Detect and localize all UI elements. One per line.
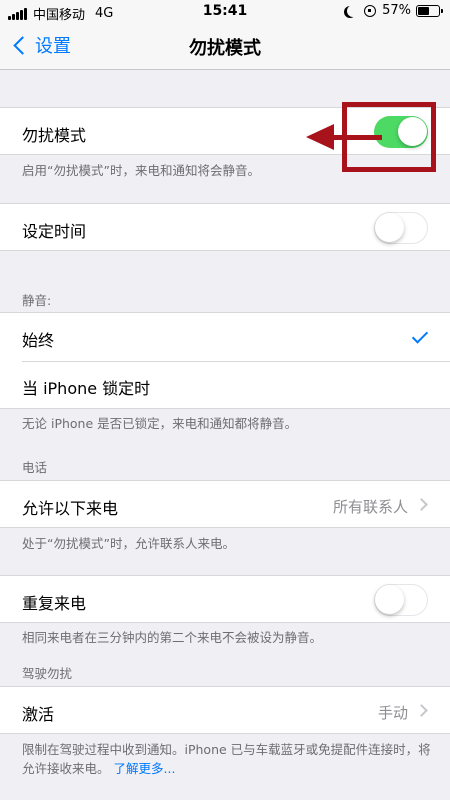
annotation-arrow-head bbox=[306, 124, 334, 150]
silence-header: 静音: bbox=[22, 293, 52, 308]
status-right: 57% bbox=[344, 3, 443, 18]
checkmark-icon bbox=[411, 327, 429, 344]
battery-fill bbox=[418, 6, 430, 15]
moon-icon bbox=[347, 5, 359, 17]
repeated-calls-label: 重复来电 bbox=[22, 594, 87, 613]
chevron-right-icon bbox=[415, 498, 428, 511]
driving-header: 驾驶勿扰 bbox=[22, 666, 73, 681]
repeated-calls-toggle[interactable] bbox=[374, 584, 428, 616]
allow-calls-footer: 处于“勿扰模式”时，允许联系人来电。 bbox=[22, 536, 235, 551]
driving-footer-text: 限制在驾驶过程中收到通知。iPhone 已与车载蓝牙或免提配件连接时，将允许接收… bbox=[22, 742, 431, 776]
battery-icon bbox=[416, 4, 443, 17]
toggle-knob bbox=[375, 213, 404, 242]
repeated-calls-row: 重复来电 bbox=[0, 575, 450, 623]
silence-always-row[interactable]: 始终 bbox=[0, 313, 450, 361]
scheduled-label: 设定时间 bbox=[22, 222, 87, 241]
chevron-right-icon bbox=[415, 704, 428, 717]
driving-footer: 限制在驾驶过程中收到通知。iPhone 已与车载蓝牙或免提配件连接时，将允许接收… bbox=[22, 740, 437, 778]
phone-header: 电话 bbox=[22, 460, 48, 475]
silence-locked-row[interactable]: 当 iPhone 锁定时 bbox=[0, 362, 450, 409]
status-bar: 中国移动 4G 15:41 57% bbox=[0, 0, 450, 24]
dnd-label: 勿扰模式 bbox=[22, 126, 87, 145]
toggle-knob bbox=[375, 585, 404, 614]
locked-label: 当 iPhone 锁定时 bbox=[22, 379, 151, 398]
scheduled-row: 设定时间 bbox=[0, 203, 450, 251]
page-title: 勿扰模式 bbox=[189, 38, 261, 59]
silence-group: 始终 当 iPhone 锁定时 bbox=[0, 312, 450, 409]
activate-row[interactable]: 激活 手动 bbox=[0, 686, 450, 734]
scheduled-toggle[interactable] bbox=[374, 212, 428, 244]
allow-calls-label: 允许以下来电 bbox=[22, 499, 119, 518]
learn-more-link[interactable]: 了解更多... bbox=[114, 761, 176, 776]
repeated-calls-footer: 相同来电者在三分钟内的第二个来电不会被设为静音。 bbox=[22, 630, 323, 645]
allow-calls-value: 所有联系人 bbox=[332, 498, 408, 516]
navigation-bar: 设置 勿扰模式 bbox=[0, 24, 450, 70]
annotation-arrow-line bbox=[330, 135, 382, 140]
allow-calls-row[interactable]: 允许以下来电 所有联系人 bbox=[0, 480, 450, 528]
activate-value: 手动 bbox=[377, 704, 408, 722]
activate-label: 激活 bbox=[22, 705, 55, 724]
silence-footer: 无论 iPhone 是否已锁定，来电和通知都将静音。 bbox=[22, 416, 298, 431]
always-label: 始终 bbox=[22, 331, 55, 350]
rotation-lock-icon bbox=[364, 4, 377, 17]
battery-percent: 57% bbox=[382, 3, 411, 18]
